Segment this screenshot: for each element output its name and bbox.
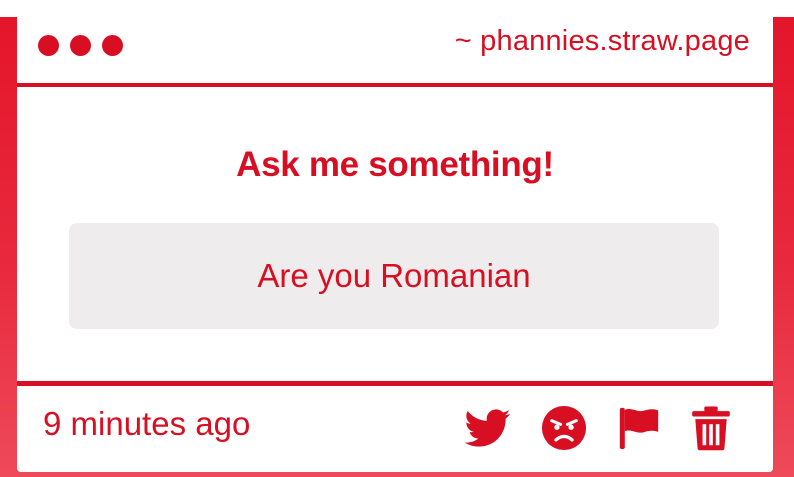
twitter-icon (465, 409, 511, 447)
window-dot-3 (102, 35, 123, 56)
flag-icon (619, 407, 659, 450)
angry-face-icon (541, 405, 587, 451)
window-dot-1 (38, 35, 59, 56)
top-strip (0, 0, 794, 17)
timestamp: 9 minutes ago (43, 405, 251, 442)
report-flag-button[interactable] (616, 405, 662, 451)
window-titlebar: ~ phannies.straw.page (17, 17, 773, 83)
window-dots (38, 35, 123, 56)
question-text: Are you Romanian (257, 257, 531, 294)
react-angry-button[interactable] (541, 405, 587, 451)
question-box: Are you Romanian (69, 223, 719, 329)
trash-icon (692, 406, 730, 451)
question-body: Ask me something! Are you Romanian (17, 87, 773, 381)
share-twitter-button[interactable] (465, 405, 511, 451)
window-dot-2 (70, 35, 91, 56)
page-title: Ask me something! (236, 145, 554, 184)
delete-button[interactable] (688, 405, 734, 451)
question-card: ~ phannies.straw.page Ask me something! … (17, 17, 773, 472)
card-footer: 9 minutes ago (17, 386, 773, 472)
page-url[interactable]: ~ phannies.straw.page (455, 25, 750, 58)
